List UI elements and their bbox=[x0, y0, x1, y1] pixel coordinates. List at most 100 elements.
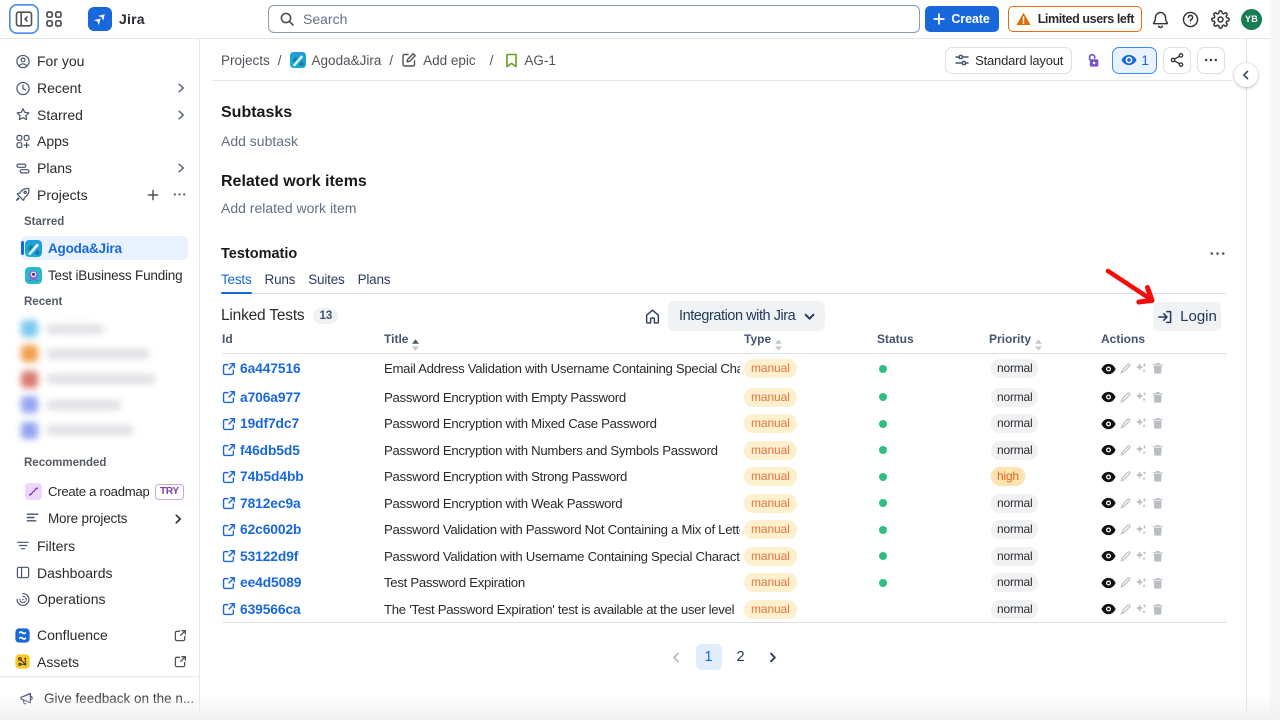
sidebar-item-confluence[interactable]: Confluence bbox=[0, 622, 199, 649]
sidebar-item-create-roadmap[interactable]: Create a roadmap TRY bbox=[21, 480, 188, 504]
view-test-icon[interactable] bbox=[1101, 471, 1116, 483]
recent-project-blurred[interactable] bbox=[21, 317, 188, 341]
column-header-title[interactable]: Title bbox=[384, 333, 744, 353]
limited-users-button[interactable]: Limited users left bbox=[1008, 6, 1142, 32]
test-id-link[interactable]: a706a977 bbox=[222, 390, 384, 405]
add-subtask-action[interactable]: Add subtask bbox=[221, 133, 298, 149]
user-avatar[interactable]: YB bbox=[1241, 9, 1262, 30]
notifications-button[interactable] bbox=[1145, 5, 1175, 33]
edit-test-icon[interactable] bbox=[1120, 604, 1131, 615]
ai-sparkle-icon[interactable] bbox=[1135, 391, 1148, 404]
delete-test-icon[interactable] bbox=[1152, 497, 1164, 510]
testomatio-more-icon[interactable] bbox=[1209, 245, 1226, 262]
test-id-link[interactable]: 74b5d4bb bbox=[222, 469, 384, 484]
recent-project-blurred[interactable] bbox=[21, 418, 188, 442]
recent-project-blurred[interactable] bbox=[21, 393, 188, 417]
help-button[interactable] bbox=[1175, 5, 1205, 33]
recent-project-blurred[interactable] bbox=[21, 367, 188, 391]
settings-button[interactable] bbox=[1205, 5, 1235, 33]
pagination-page-2[interactable]: 2 bbox=[728, 644, 754, 670]
edit-test-icon[interactable] bbox=[1120, 363, 1131, 374]
test-id-link[interactable]: f46db5d5 bbox=[222, 443, 384, 458]
tab-tests[interactable]: Tests bbox=[221, 272, 252, 293]
global-search[interactable] bbox=[268, 5, 920, 33]
edit-test-icon[interactable] bbox=[1120, 471, 1131, 482]
project-selector-dropdown[interactable]: Integration with Jira bbox=[668, 301, 825, 331]
test-id-link[interactable]: 7812ec9a bbox=[222, 496, 384, 511]
jira-home-link[interactable]: Jira bbox=[88, 7, 145, 31]
sidebar-toggle-button[interactable] bbox=[9, 4, 39, 34]
edit-test-icon[interactable] bbox=[1120, 577, 1131, 588]
sidebar-item-operations[interactable]: Operations bbox=[0, 586, 199, 613]
sidebar-item-assets[interactable]: Assets bbox=[0, 649, 199, 676]
view-test-icon[interactable] bbox=[1101, 363, 1116, 375]
column-header-id[interactable]: Id bbox=[222, 333, 384, 353]
sidebar-item-filters[interactable]: Filters bbox=[0, 532, 199, 559]
view-test-icon[interactable] bbox=[1101, 550, 1116, 562]
standard-layout-button[interactable]: Standard layout bbox=[945, 47, 1072, 74]
sidebar-item-more-projects[interactable]: More projects bbox=[21, 507, 188, 531]
ai-sparkle-icon[interactable] bbox=[1135, 362, 1148, 375]
sidebar-item-projects[interactable]: Projects bbox=[0, 181, 199, 208]
sidebar-item-recent[interactable]: Recent bbox=[0, 75, 199, 102]
home-icon[interactable] bbox=[644, 308, 661, 325]
ai-sparkle-icon[interactable] bbox=[1135, 497, 1148, 510]
breadcrumb-project[interactable]: Agoda&Jira bbox=[290, 52, 382, 68]
ai-sparkle-icon[interactable] bbox=[1135, 603, 1148, 616]
pagination-next-button[interactable] bbox=[760, 644, 786, 670]
watchers-button[interactable]: 1 bbox=[1112, 47, 1157, 74]
view-test-icon[interactable] bbox=[1101, 577, 1116, 589]
view-test-icon[interactable] bbox=[1101, 497, 1116, 509]
delete-test-icon[interactable] bbox=[1152, 577, 1164, 590]
more-actions-button[interactable] bbox=[1197, 47, 1225, 74]
app-switcher-button[interactable] bbox=[39, 4, 69, 34]
test-id-link[interactable]: 639566ca bbox=[222, 602, 384, 617]
recent-project-blurred[interactable] bbox=[21, 342, 188, 366]
edit-test-icon[interactable] bbox=[1120, 392, 1131, 403]
sidebar-project-test-ibusiness[interactable]: Test iBusiness Funding bbox=[21, 263, 188, 287]
sidebar-project-agoda-jira[interactable]: Agoda&Jira bbox=[21, 236, 188, 260]
delete-test-icon[interactable] bbox=[1152, 470, 1164, 483]
test-id-link[interactable]: 6a447516 bbox=[222, 361, 384, 376]
test-id-link[interactable]: 19df7dc7 bbox=[222, 416, 384, 431]
panel-collapse-button[interactable] bbox=[1234, 63, 1258, 87]
column-header-priority[interactable]: Priority bbox=[989, 333, 1101, 353]
ai-sparkle-icon[interactable] bbox=[1135, 577, 1148, 590]
view-test-icon[interactable] bbox=[1101, 444, 1116, 456]
view-test-icon[interactable] bbox=[1101, 391, 1116, 403]
tab-plans[interactable]: Plans bbox=[358, 272, 391, 293]
ai-sparkle-icon[interactable] bbox=[1135, 524, 1148, 537]
test-id-link[interactable]: ee4d5089 bbox=[222, 575, 384, 590]
edit-test-icon[interactable] bbox=[1120, 524, 1131, 535]
delete-test-icon[interactable] bbox=[1152, 524, 1164, 537]
add-project-icon[interactable] bbox=[146, 188, 160, 202]
tab-runs[interactable]: Runs bbox=[265, 272, 296, 293]
share-button[interactable] bbox=[1163, 47, 1191, 74]
delete-test-icon[interactable] bbox=[1152, 362, 1164, 375]
edit-test-icon[interactable] bbox=[1120, 551, 1131, 562]
sidebar-item-starred[interactable]: Starred bbox=[0, 101, 199, 128]
sidebar-item-dashboards[interactable]: Dashboards bbox=[0, 559, 199, 586]
create-button[interactable]: Create bbox=[925, 6, 998, 32]
breadcrumb-add-epic[interactable]: Add epic bbox=[401, 52, 476, 68]
breadcrumb-projects[interactable]: Projects bbox=[221, 53, 270, 68]
login-button[interactable]: Login bbox=[1153, 302, 1221, 331]
feedback-bar[interactable]: Give feedback on the n... bbox=[0, 676, 199, 720]
delete-test-icon[interactable] bbox=[1152, 391, 1164, 404]
view-test-icon[interactable] bbox=[1101, 524, 1116, 536]
edit-test-icon[interactable] bbox=[1120, 418, 1131, 429]
delete-test-icon[interactable] bbox=[1152, 417, 1164, 430]
sidebar-item-apps[interactable]: Apps bbox=[0, 128, 199, 155]
delete-test-icon[interactable] bbox=[1152, 444, 1164, 457]
breadcrumb-issue-key[interactable]: AG-1 bbox=[505, 53, 556, 68]
tab-suites[interactable]: Suites bbox=[308, 272, 344, 293]
pagination-prev-button[interactable] bbox=[664, 644, 690, 670]
ai-sparkle-icon[interactable] bbox=[1135, 470, 1148, 483]
view-test-icon[interactable] bbox=[1101, 603, 1116, 615]
projects-more-icon[interactable] bbox=[172, 187, 187, 202]
view-test-icon[interactable] bbox=[1101, 418, 1116, 430]
ai-sparkle-icon[interactable] bbox=[1135, 550, 1148, 563]
sidebar-item-plans[interactable]: Plans bbox=[0, 155, 199, 182]
add-related-item-action[interactable]: Add related work item bbox=[221, 200, 356, 216]
edit-test-icon[interactable] bbox=[1120, 445, 1131, 456]
